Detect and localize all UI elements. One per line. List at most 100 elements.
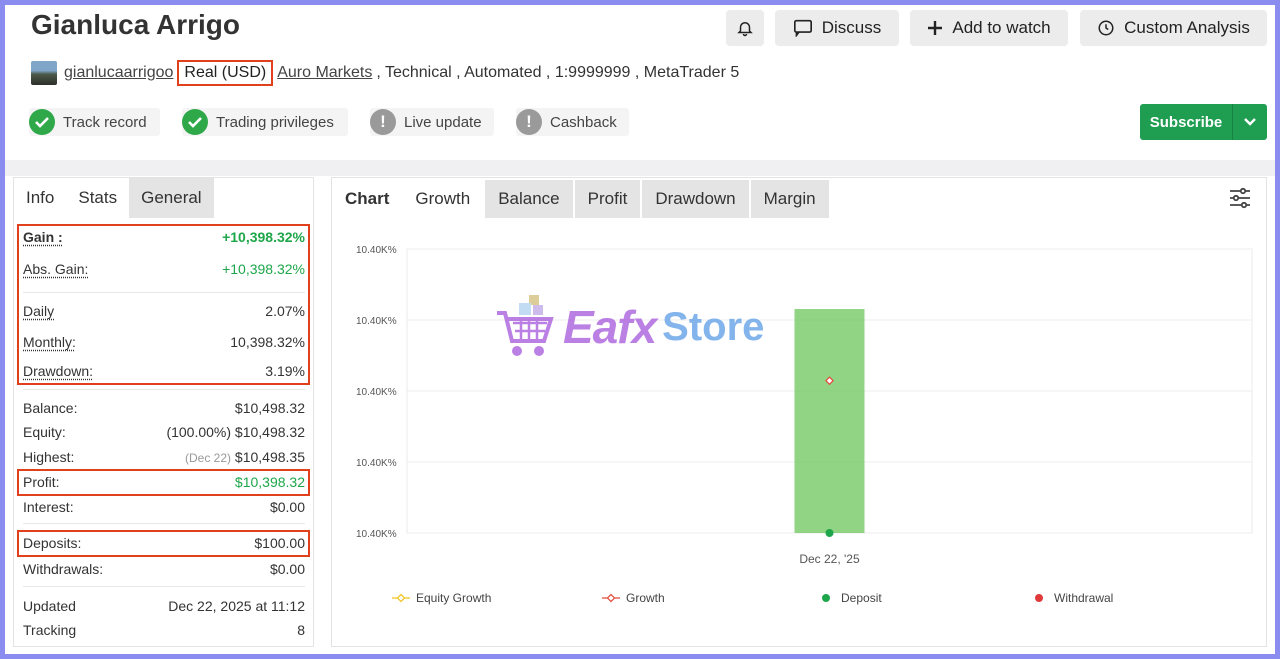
sliders-icon [1230,187,1250,209]
stat-equity: Equity: (100.00%) $10,498.32 [23,421,305,443]
row-divider [23,523,305,524]
tab-drawdown[interactable]: Drawdown [642,180,749,218]
notifications-button[interactable] [726,10,764,46]
growth-bar [794,309,865,533]
stat-label: Abs. Gain: [23,261,89,277]
row-divider [23,586,305,587]
custom-analysis-label: Custom Analysis [1124,18,1250,37]
stat-label: Equity: [23,424,66,440]
tab-profit[interactable]: Profit [574,180,641,218]
stat-value: 10,398.32% [230,334,305,350]
stat-withdrawals: Withdrawals: $0.00 [23,558,305,580]
stats-tabs: Info Stats General [14,178,214,218]
stat-value: Dec 22, 2025 at 11:12 [168,598,305,614]
watermark-text-eafx: Eafx [563,301,657,353]
section-divider [5,160,1275,176]
stat-value: $10,398.32 [234,474,305,490]
stat-label: Updated [23,598,76,614]
subscribe-label: Subscribe [1149,113,1223,131]
badge-trading-privileges[interactable]: Trading privileges [182,108,348,136]
stat-deposits: Deposits: $100.00 [23,532,305,554]
row-divider [23,292,305,293]
stat-value: $10,498.32 [234,424,305,440]
subscribe-button[interactable]: Subscribe [1140,104,1267,140]
tab-general[interactable]: General [129,178,214,218]
chart-settings-button[interactable] [1228,186,1252,215]
tab-chart[interactable]: Chart [332,180,402,218]
stat-label: Deposits: [23,535,82,551]
plus-icon [928,21,943,35]
stat-label: Interest: [23,499,74,515]
deposit-point [825,529,834,537]
tab-info[interactable]: Info [14,178,66,218]
watermark-text-store: Store [662,304,765,349]
stat-value: +10,398.32% [222,261,305,277]
stat-label: Withdrawals: [23,561,104,577]
account-details: , Technical , Automated , 1:9999999 , Me… [376,64,740,81]
stat-drawdown: Drawdown: 3.19% [23,360,305,382]
chart-tabs: Chart Growth Balance Profit Drawdown Mar… [332,180,831,218]
chart-panel: Chart Growth Balance Profit Drawdown Mar… [331,177,1267,647]
stat-value: 8 [297,622,305,638]
avatar[interactable] [31,61,57,85]
stat-value: +10,398.32% [222,229,305,245]
badge-cashback[interactable]: ! Cashback [516,108,629,136]
page-title: Gianluca Arrigo [31,9,241,40]
check-icon [29,109,55,135]
tab-balance[interactable]: Balance [485,180,573,218]
y-tick-label: 10.40K% [356,245,397,256]
custom-analysis-button[interactable]: Custom Analysis [1080,10,1267,46]
stat-gain: Gain : +10,398.32% [23,226,305,248]
username-link[interactable]: gianlucaarrigoo [64,64,173,82]
badge-label: Track record [63,113,147,131]
stat-interest: Interest: $0.00 [23,496,305,518]
account-meta: gianlucaarrigoo Real (USD) Auro Markets … [31,60,739,86]
stat-daily: Daily 2.07% [23,300,305,322]
exclamation-icon: ! [516,109,542,135]
legend-label: Withdrawal [1054,591,1113,605]
stat-updated: Updated Dec 22, 2025 at 11:12 [23,595,305,617]
stat-highest: Highest: (Dec 22) $10,498.35 [23,446,305,468]
discuss-label: Discuss [821,18,882,37]
bell-icon [737,22,753,37]
stat-label: Tracking [23,622,77,638]
badge-label: Trading privileges [216,113,334,131]
badge-live-update[interactable]: ! Live update [370,108,494,136]
stat-balance: Balance: $10,498.32 [23,397,305,419]
discuss-button[interactable]: Discuss [775,10,899,46]
y-tick-label: 10.40K% [356,387,397,398]
badge-label: Live update [404,113,482,131]
legend-marker [396,593,406,603]
stat-profit: Profit: $10,398.32 [23,471,305,493]
growth-chart: 10.40K% 10.40K% 10.40K% 10.40K% 10.40K% Dec 2… [356,245,1253,605]
add-to-watch-button[interactable]: Add to watch [910,10,1068,46]
account-type: Real (USD) [177,60,274,86]
stat-abs-gain: Abs. Gain: +10,398.32% [23,258,305,280]
badge-label: Cashback [550,113,617,131]
stat-value: $0.00 [269,561,305,577]
subscribe-dropdown[interactable] [1233,117,1267,127]
stat-label: Highest: [23,449,75,465]
badge-track-record[interactable]: Track record [29,108,160,136]
legend-dot [1035,594,1043,602]
stat-value: 2.07% [265,303,305,319]
stat-value: 3.19% [265,363,305,379]
stat-label: Balance: [23,400,78,416]
stat-value: $0.00 [269,499,305,515]
stat-value: $100.00 [254,535,305,551]
y-tick-label: 10.40K% [356,316,397,327]
stat-monthly: Monthly: 10,398.32% [23,331,305,353]
stat-equity-pct: (100.00%) [166,424,232,440]
stat-label: Profit: [23,474,60,490]
tab-stats[interactable]: Stats [66,178,129,218]
row-divider [23,389,305,390]
tab-growth[interactable]: Growth [402,180,484,218]
stat-label: Drawdown: [23,363,94,379]
tab-margin[interactable]: Margin [750,180,829,218]
exclamation-icon: ! [370,109,396,135]
check-icon [182,109,208,135]
stat-label: Gain : [23,229,63,245]
x-tick-label: Dec 22, '25 [799,552,860,566]
broker-link[interactable]: Auro Markets [277,64,372,82]
legend-label: Deposit [841,591,882,605]
